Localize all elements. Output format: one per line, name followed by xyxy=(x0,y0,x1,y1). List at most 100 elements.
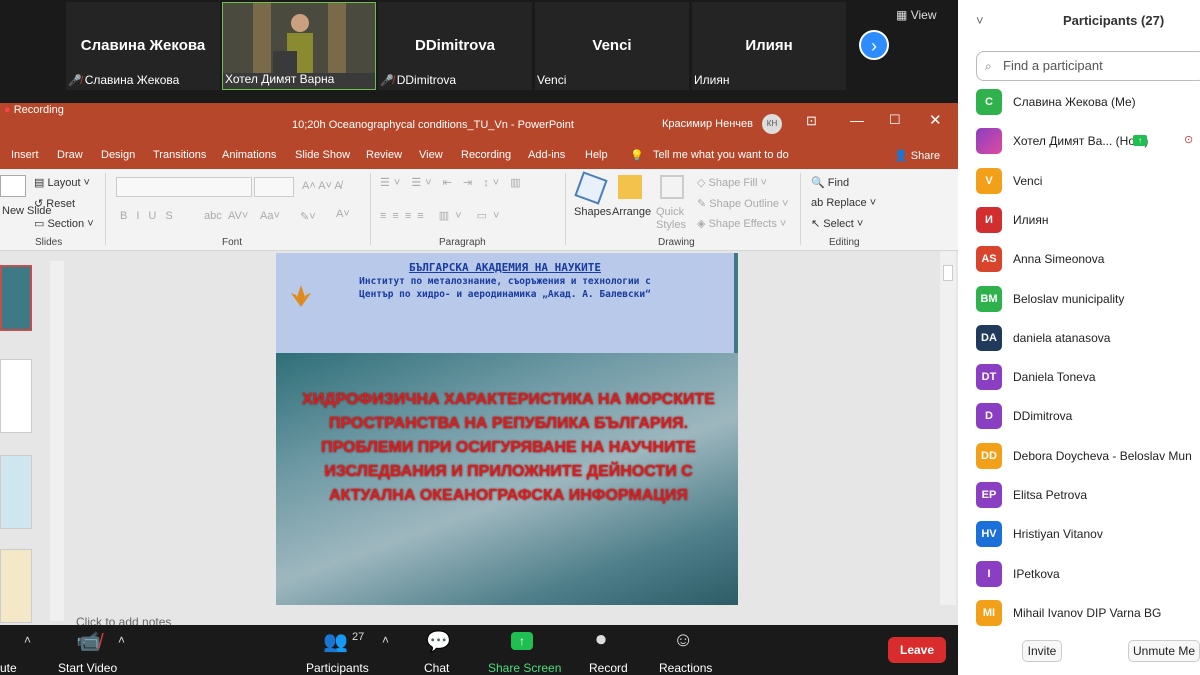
select-button[interactable]: ↖ Select ˅ xyxy=(811,217,863,230)
editing-group-label: Editing xyxy=(829,237,860,248)
font-size-buttons[interactable]: A˄ A˅ A̸ xyxy=(302,180,342,192)
reactions-button[interactable]: Reactions xyxy=(659,661,712,675)
person-icon: 👤 xyxy=(894,150,908,162)
participant-row[interactable]: AS Anna Simeonova xyxy=(976,246,1200,274)
minimize-icon[interactable]: — xyxy=(850,112,864,128)
participant-row[interactable]: V Venci xyxy=(976,167,1200,196)
slide-thumbnail-1[interactable] xyxy=(0,265,32,331)
tile-label: 🎤̸ DDimitrova xyxy=(380,73,456,87)
participant-row[interactable]: И Илиян xyxy=(976,206,1200,235)
case-icon[interactable]: Aa˅ xyxy=(260,210,280,222)
chevron-up-icon[interactable]: ˄ xyxy=(118,633,125,647)
slide-thumbnail-3[interactable] xyxy=(0,455,32,529)
participant-row[interactable]: DA daniela atanasova xyxy=(976,324,1200,353)
strikethrough-icon[interactable]: abc xyxy=(204,210,222,222)
participant-row[interactable]: DD Debora Doycheva - Beloslav Mun xyxy=(976,442,1200,471)
tab-slide-show[interactable]: Slide Show xyxy=(295,149,350,161)
participant-tile[interactable]: Славина Жекова 🎤̸ Славина Жекова xyxy=(66,2,220,90)
record-icon[interactable]: ⏺ xyxy=(596,629,606,652)
participant-row[interactable]: I IPetkova xyxy=(976,560,1200,589)
chat-icon[interactable]: 💬 xyxy=(426,629,451,654)
share-button[interactable]: 👤 Share xyxy=(894,149,940,162)
participant-tile[interactable]: Venci Venci xyxy=(535,2,689,90)
tab-design[interactable]: Design xyxy=(101,149,135,161)
maximize-icon[interactable]: ☐ xyxy=(889,112,901,128)
mute-label[interactable]: ute xyxy=(0,661,17,675)
participant-row[interactable]: DT Daniela Toneva xyxy=(976,364,1200,392)
tab-view[interactable]: View xyxy=(419,149,443,161)
participant-row[interactable]: HV Hristiyan Vitanov xyxy=(976,521,1200,549)
font-style-buttons[interactable]: BIUS xyxy=(120,210,182,222)
participant-tile[interactable]: DDimitrova 🎤̸ DDimitrova xyxy=(378,2,532,90)
tab-review[interactable]: Review xyxy=(366,149,402,161)
participant-row[interactable]: D DDimitrova xyxy=(976,403,1200,431)
shape-effects-button[interactable]: ◈ Shape Effects ˅ xyxy=(697,217,786,230)
chevron-up-icon[interactable]: ˄ xyxy=(24,633,31,647)
participant-tile[interactable]: Илиян Илиян xyxy=(692,2,846,90)
highlight-icon[interactable]: ✎˅ xyxy=(300,210,316,223)
share-screen-button[interactable]: Share Screen xyxy=(488,661,561,675)
tab-recording[interactable]: Recording xyxy=(461,149,511,161)
shape-outline-button[interactable]: ✎ Shape Outline ˅ xyxy=(697,197,788,210)
avatar: И xyxy=(976,206,1002,233)
slide-thumbnail-2[interactable] xyxy=(0,359,32,433)
section-button[interactable]: ▭ Section ˅ xyxy=(34,217,94,230)
layout-button[interactable]: ▤ Layout ˅ xyxy=(34,176,90,189)
invite-button[interactable]: Invite xyxy=(1022,640,1062,662)
thumbnail-scrollbar[interactable] xyxy=(50,261,64,621)
shapes-button[interactable]: Shapes xyxy=(574,206,611,218)
arrange-button[interactable]: Arrange xyxy=(612,206,651,218)
spacing-icon[interactable]: AV˅ xyxy=(228,210,248,222)
avatar: EP xyxy=(976,482,1002,508)
participant-name: Elitsa Petrova xyxy=(1013,488,1088,502)
tell-me-search[interactable]: Tell me what you want to do xyxy=(653,149,789,161)
participants-icon[interactable]: 👥 xyxy=(323,629,348,654)
user-avatar[interactable]: КН xyxy=(762,114,782,134)
tab-transitions[interactable]: Transitions xyxy=(153,149,206,161)
active-speaker-tile[interactable]: Хотел Димят Варна xyxy=(222,2,376,90)
participant-row[interactable]: Хотел Димят Ва... (Host) ↑ ⊙ xyxy=(976,128,1200,156)
notes-placeholder[interactable]: Click to add notes xyxy=(76,615,171,625)
close-icon[interactable]: ✕ xyxy=(929,111,942,129)
next-page-button[interactable]: › xyxy=(859,30,889,60)
start-video-button[interactable]: Start Video xyxy=(58,661,117,675)
record-button[interactable]: Record xyxy=(589,661,628,675)
shape-fill-button[interactable]: ◇ Shape Fill ˅ xyxy=(697,176,767,189)
current-slide[interactable]: БЪЛГАРСКА АКАДЕМИЯ НА НАУКИТЕ Институт п… xyxy=(276,253,738,605)
participant-row[interactable]: BM Beloslav municipality xyxy=(976,285,1200,314)
collapse-chevron-icon[interactable]: ˅ xyxy=(976,13,984,28)
chevron-up-icon[interactable]: ˄ xyxy=(382,633,389,647)
new-slide-icon[interactable] xyxy=(0,175,26,197)
academy-logo-icon xyxy=(288,283,314,309)
leave-button[interactable]: Leave xyxy=(888,637,946,663)
participant-row[interactable]: MI Mihail Ivanov DIP Varna BG xyxy=(976,599,1200,628)
editor-scrollbar[interactable] xyxy=(940,251,956,605)
participants-button[interactable]: Participants xyxy=(306,661,369,675)
chat-button[interactable]: Chat xyxy=(424,661,449,675)
video-off-icon[interactable]: 📹̸ xyxy=(76,629,101,654)
search-input[interactable]: ⌕ Find a participant xyxy=(976,51,1200,81)
font-size-select[interactable] xyxy=(254,177,294,197)
font-name-select[interactable] xyxy=(116,177,252,197)
tab-draw[interactable]: Draw xyxy=(57,149,83,161)
align-buttons[interactable]: ≡≡≡≡ ▥˅ ▭˅ xyxy=(380,209,505,222)
replace-button[interactable]: ab Replace ˅ xyxy=(811,197,876,209)
find-button[interactable]: 🔍 Find xyxy=(811,176,849,189)
new-slide-button[interactable]: New Slide xyxy=(2,205,52,217)
ribbon-display-icon[interactable]: ⊡ xyxy=(806,113,817,129)
font-color-icon[interactable]: A˅ xyxy=(336,208,350,220)
participant-row[interactable]: С Славина Жекова (Me) xyxy=(976,89,1200,117)
list-buttons[interactable]: ☰˅ ☰˅ ⇤ ⇥ ↕˅ ▥ xyxy=(380,176,525,189)
slide-thumbnail-4[interactable] xyxy=(0,549,32,623)
view-button[interactable]: ▦ View xyxy=(896,8,936,22)
reactions-icon[interactable]: ☺ xyxy=(673,629,693,652)
share-screen-icon[interactable]: ↑ xyxy=(511,632,533,650)
tab-animations[interactable]: Animations xyxy=(222,149,276,161)
unmute-me-button[interactable]: Unmute Me xyxy=(1128,640,1200,662)
tab-help[interactable]: Help xyxy=(585,149,608,161)
tab-add-ins[interactable]: Add-ins xyxy=(528,149,565,161)
tab-insert[interactable]: Insert xyxy=(11,149,39,161)
reset-button[interactable]: ↺ Reset xyxy=(34,197,75,210)
quick-styles-button[interactable]: Quick Styles xyxy=(656,206,690,232)
participant-row[interactable]: EP Elitsa Petrova xyxy=(976,482,1200,510)
